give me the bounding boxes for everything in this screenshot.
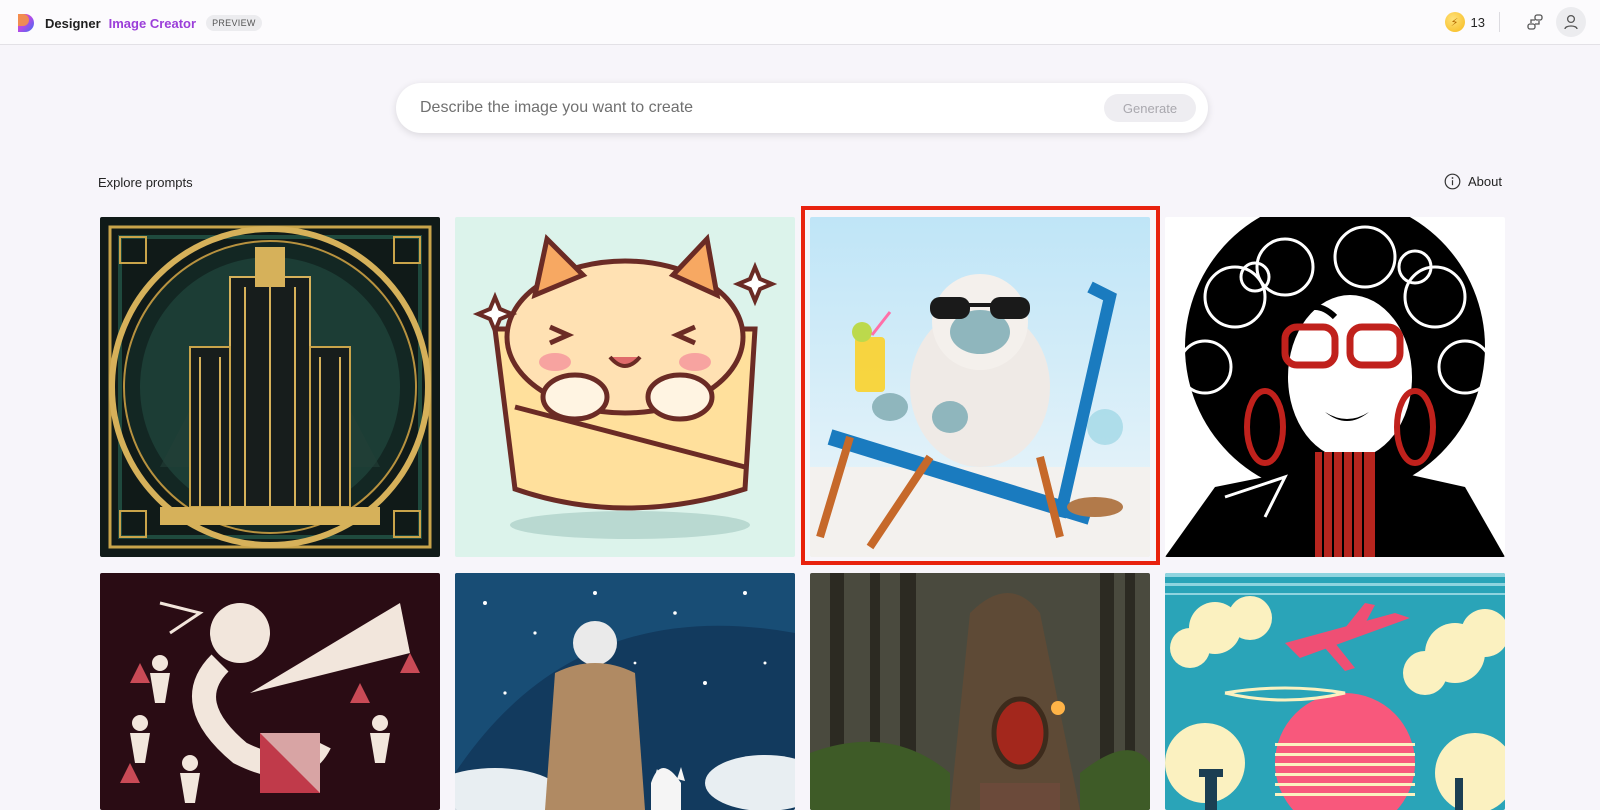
gallery-tile-trumpet-figures[interactable] [100, 573, 440, 810]
gallery-tile-cat-burrito[interactable] [455, 217, 795, 557]
gallery-tile-old-man-stars[interactable] [455, 573, 795, 810]
about-label: About [1468, 174, 1502, 189]
account-icon [1564, 14, 1578, 30]
about-link[interactable]: About [1444, 173, 1502, 190]
gallery-tile-woman-glasses[interactable] [1165, 217, 1505, 557]
info-icon [1444, 173, 1461, 190]
gallery-tile-art-deco[interactable] [100, 217, 440, 557]
prompt-box: Generate [396, 83, 1208, 133]
top-bar: Designer Image Creator PREVIEW ⚡ 13 [0, 0, 1600, 45]
yeti-beach-image [810, 217, 1150, 557]
explore-prompts-title: Explore prompts [98, 175, 193, 190]
woman-glasses-image [1165, 217, 1505, 557]
prompt-input[interactable] [420, 96, 1060, 120]
retro-airplane-image [1165, 573, 1505, 810]
art-deco-building-image [100, 217, 440, 557]
old-man-stars-image [455, 573, 795, 810]
tree-house-image [810, 573, 1150, 810]
boost-coin-icon[interactable]: ⚡ [1444, 12, 1465, 32]
brand[interactable]: Designer Image Creator PREVIEW [15, 10, 262, 36]
designer-logo [18, 14, 34, 32]
gallery-tile-yeti-beach[interactable] [810, 217, 1150, 557]
generate-button[interactable]: Generate [1104, 94, 1196, 122]
brand-name: Designer [45, 15, 101, 31]
gallery-tile-retro-airplane[interactable] [1165, 573, 1505, 810]
coin-count: 13 [1470, 14, 1485, 30]
connections-icon [1527, 14, 1543, 30]
connections-button[interactable] [1520, 7, 1550, 37]
trumpet-figures-image [100, 573, 440, 810]
gallery-tile-tree-house[interactable] [810, 573, 1150, 810]
preview-badge: PREVIEW [206, 15, 262, 31]
divider [1499, 12, 1500, 32]
cat-burrito-image [455, 217, 795, 557]
product-name: Image Creator [108, 15, 197, 31]
account-button[interactable] [1556, 7, 1586, 37]
